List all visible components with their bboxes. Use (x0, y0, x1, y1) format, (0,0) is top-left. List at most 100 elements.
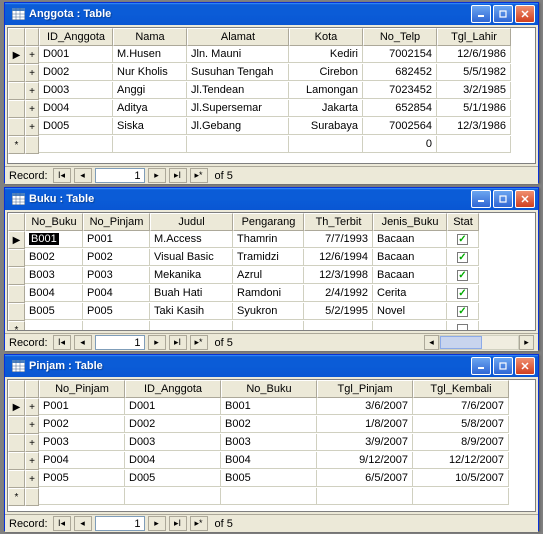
table-cell[interactable]: 5/5/1982 (437, 64, 511, 81)
column-header[interactable]: No_Pinjam (83, 213, 150, 231)
table-cell[interactable]: B004 (25, 285, 83, 302)
table-cell[interactable]: 7002154 (363, 46, 437, 63)
maximize-button[interactable] (493, 357, 513, 375)
nav-first-button[interactable]: I◂ (53, 335, 71, 350)
scroll-left-button[interactable]: ◂ (424, 335, 439, 350)
table-cell[interactable]: 12/6/1986 (437, 46, 511, 63)
table-cell[interactable]: Buah Hati (150, 285, 233, 302)
table-cell[interactable]: 5/8/2007 (413, 416, 509, 433)
table-cell[interactable] (437, 136, 511, 153)
table-cell[interactable]: ✓ (447, 249, 479, 266)
table-cell[interactable]: ✓ (447, 267, 479, 284)
column-header[interactable]: Tgl_Pinjam (317, 380, 413, 398)
table-cell[interactable] (39, 136, 113, 153)
minimize-button[interactable] (471, 5, 491, 23)
table-cell[interactable]: Lamongan (289, 82, 363, 99)
table-cell[interactable]: D001 (125, 398, 221, 415)
table-cell[interactable]: 7023452 (363, 82, 437, 99)
row-selector[interactable]: * (8, 488, 25, 506)
table-cell[interactable] (304, 321, 373, 331)
expand-toggle[interactable]: + (25, 452, 39, 470)
table-cell[interactable]: 7002564 (363, 118, 437, 135)
nav-last-button[interactable]: ▸I (169, 516, 187, 531)
expand-toggle[interactable] (25, 136, 39, 154)
column-header[interactable]: Alamat (187, 28, 289, 46)
table-cell[interactable]: Nur Kholis (113, 64, 187, 81)
column-header[interactable]: ID_Anggota (39, 28, 113, 46)
row-selector[interactable] (8, 249, 25, 267)
table-cell[interactable]: Tramidzi (233, 249, 304, 266)
table-cell[interactable]: 8/9/2007 (413, 434, 509, 451)
checkbox[interactable]: ✓ (457, 270, 468, 281)
table-cell[interactable]: 7/6/2007 (413, 398, 509, 415)
nav-prev-button[interactable]: ◂ (74, 516, 92, 531)
row-selector[interactable] (8, 64, 25, 82)
row-selector[interactable] (8, 416, 25, 434)
row-selector[interactable] (8, 118, 25, 136)
expand-toggle[interactable]: + (25, 64, 39, 82)
expand-toggle[interactable] (25, 488, 39, 506)
nav-new-button[interactable]: ▸* (190, 516, 208, 531)
close-button[interactable] (515, 357, 535, 375)
scroll-right-button[interactable]: ▸ (519, 335, 534, 350)
column-header[interactable]: Stat (447, 213, 479, 231)
column-header[interactable]: Kota (289, 28, 363, 46)
table-cell[interactable]: Jl.Tendean (187, 82, 289, 99)
table-cell[interactable] (125, 488, 221, 505)
row-selector[interactable] (8, 267, 25, 285)
table-cell[interactable]: Novel (373, 303, 447, 320)
table-cell[interactable]: P004 (39, 452, 125, 469)
row-selector[interactable]: ▶ (8, 46, 25, 64)
table-cell[interactable]: 12/3/1998 (304, 267, 373, 284)
close-button[interactable] (515, 190, 535, 208)
minimize-button[interactable] (471, 190, 491, 208)
nav-last-button[interactable]: ▸I (169, 335, 187, 350)
table-cell[interactable]: 3/2/1985 (437, 82, 511, 99)
table-cell[interactable]: B002 (25, 249, 83, 266)
table-cell[interactable]: Siska (113, 118, 187, 135)
expand-toggle[interactable]: + (25, 118, 39, 136)
table-cell[interactable]: D003 (39, 82, 113, 99)
row-selector[interactable]: * (8, 136, 25, 154)
nav-next-button[interactable]: ▸ (148, 335, 166, 350)
nav-last-button[interactable]: ▸I (169, 168, 187, 183)
scroll-track[interactable] (439, 335, 519, 350)
table-cell[interactable]: 1/8/2007 (317, 416, 413, 433)
table-cell[interactable]: Jl.Supersemar (187, 100, 289, 117)
table-cell[interactable]: Syukron (233, 303, 304, 320)
row-selector-header[interactable] (8, 213, 25, 231)
row-selector[interactable] (8, 303, 25, 321)
table-cell[interactable]: P001 (83, 231, 150, 248)
table-cell[interactable] (187, 136, 289, 153)
table-cell[interactable]: B001 (25, 231, 83, 248)
table-cell[interactable]: P003 (39, 434, 125, 451)
table-cell[interactable]: B005 (25, 303, 83, 320)
table-cell[interactable]: Visual Basic (150, 249, 233, 266)
table-cell[interactable] (413, 488, 509, 505)
table-cell[interactable] (317, 488, 413, 505)
row-selector[interactable] (8, 452, 25, 470)
titlebar[interactable]: Anggota : Table (5, 3, 538, 25)
row-selector[interactable] (8, 470, 25, 488)
table-cell[interactable]: Aditya (113, 100, 187, 117)
titlebar[interactable]: Pinjam : Table (5, 355, 538, 377)
expand-toggle[interactable]: + (25, 416, 39, 434)
table-cell[interactable]: B005 (221, 470, 317, 487)
table-cell[interactable]: P005 (83, 303, 150, 320)
table-cell[interactable]: Jln. Mauni (187, 46, 289, 63)
column-header[interactable]: ID_Anggota (125, 380, 221, 398)
record-number-input[interactable] (95, 516, 145, 531)
table-cell[interactable]: Cerita (373, 285, 447, 302)
table-cell[interactable]: Bacaan (373, 267, 447, 284)
table-cell[interactable]: 6/5/2007 (317, 470, 413, 487)
record-number-input[interactable] (95, 168, 145, 183)
table-cell[interactable]: D002 (39, 64, 113, 81)
table-cell[interactable] (289, 136, 363, 153)
row-selector[interactable] (8, 434, 25, 452)
column-header[interactable]: No_Telp (363, 28, 437, 46)
table-cell[interactable]: Anggi (113, 82, 187, 99)
table-cell[interactable]: ✓ (447, 303, 479, 320)
table-cell[interactable]: P001 (39, 398, 125, 415)
table-cell[interactable]: P004 (83, 285, 150, 302)
row-selector-header[interactable] (8, 380, 25, 398)
